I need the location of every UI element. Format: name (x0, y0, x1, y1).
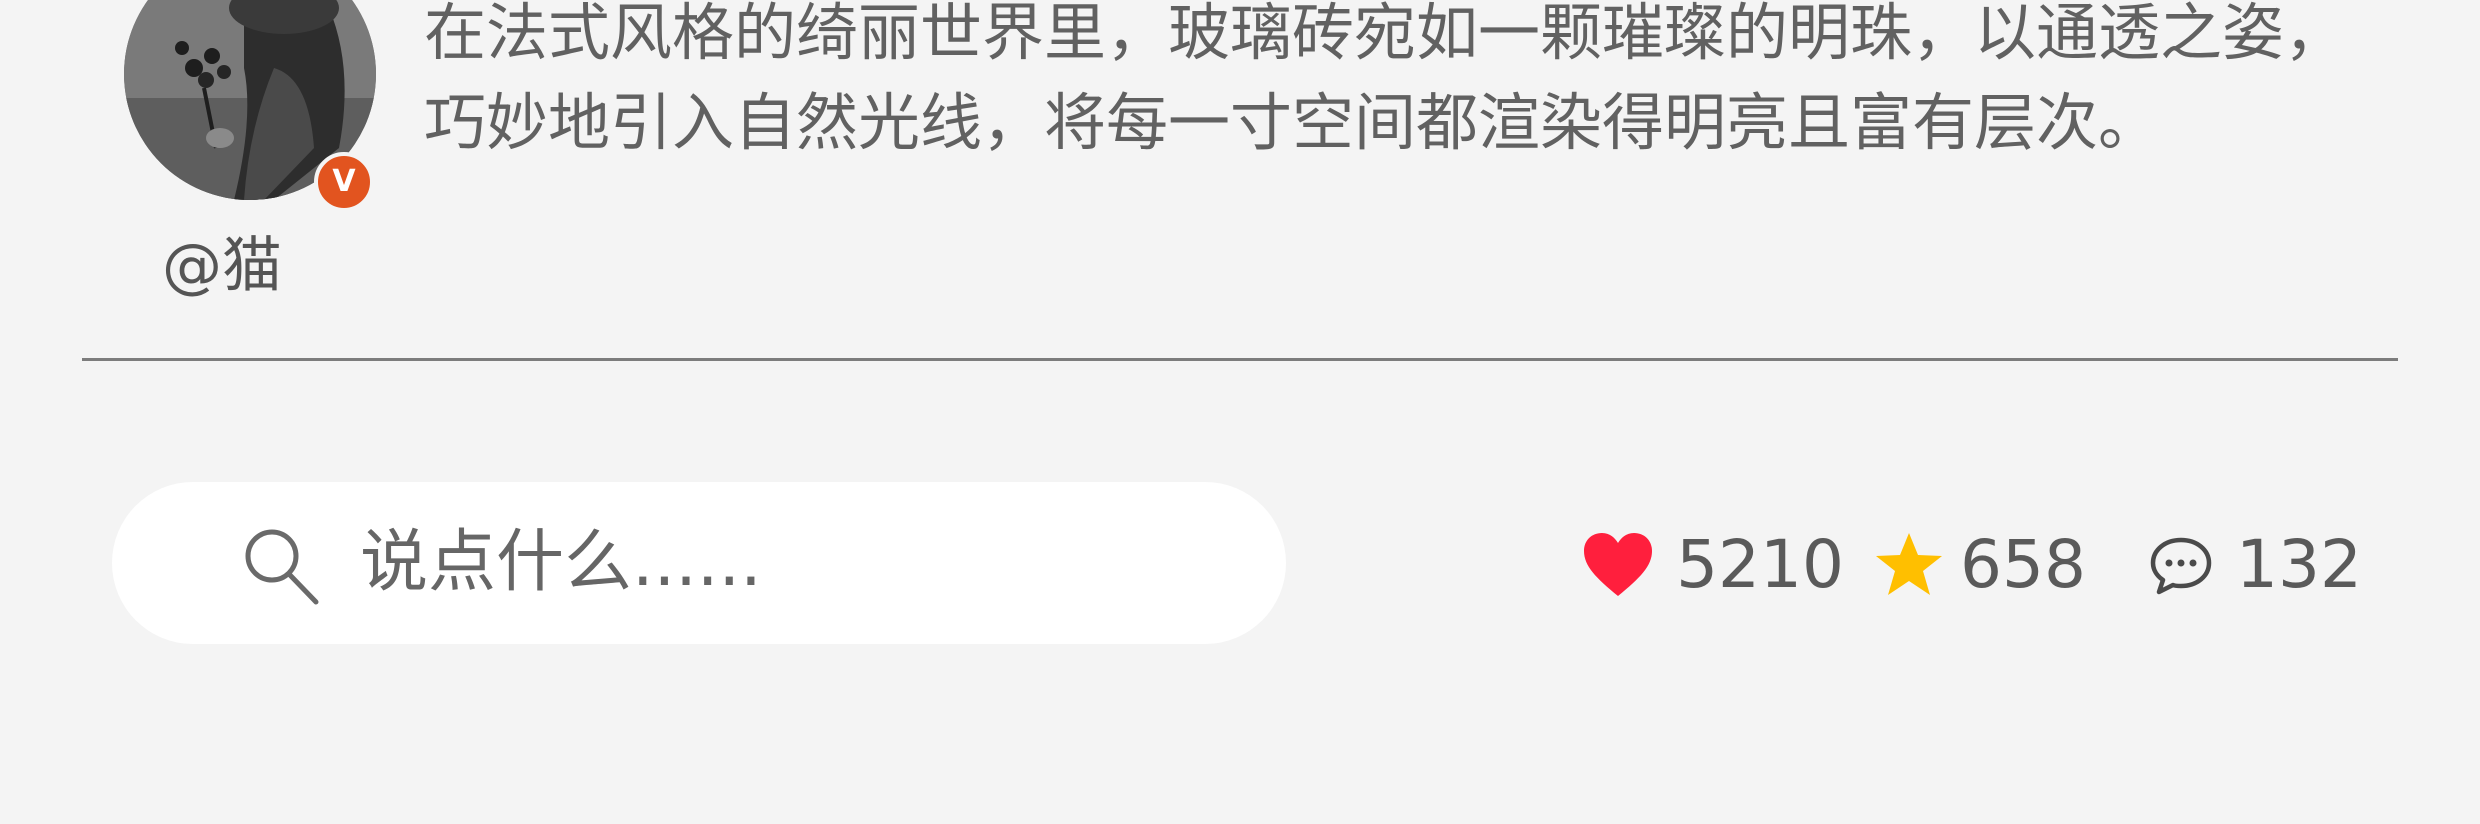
post-text: 在法式风格的绮丽世界里，玻璃砖宛如一颗璀璨的明珠，以通透之姿，巧妙地引入自然光线… (424, 0, 2347, 159)
engagement-stats: 5210 658 132 (1582, 520, 2362, 610)
search-icon (236, 522, 326, 612)
heart-icon (1582, 532, 1654, 598)
favorite-button[interactable]: 658 (1874, 520, 2086, 610)
like-button[interactable]: 5210 (1582, 520, 1844, 610)
star-icon (1874, 531, 1944, 599)
chat-bubble-icon (2148, 534, 2214, 596)
favorite-count: 658 (1960, 526, 2087, 603)
comment-count: 132 (2236, 526, 2362, 603)
divider (82, 358, 2398, 361)
username[interactable]: @猫 (162, 226, 282, 306)
like-count: 5210 (1676, 526, 1845, 603)
avatar[interactable]: V (124, 0, 376, 212)
comment-placeholder: 说点什么...... (360, 523, 762, 602)
comment-input[interactable]: 说点什么...... (112, 482, 1286, 644)
comment-button[interactable]: 132 (2148, 520, 2362, 610)
verified-badge: V (314, 152, 374, 212)
